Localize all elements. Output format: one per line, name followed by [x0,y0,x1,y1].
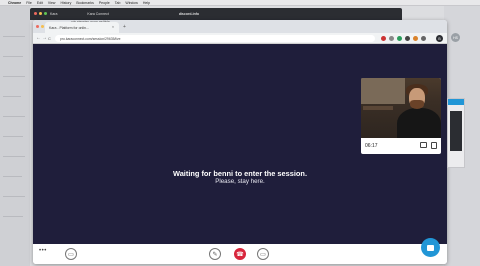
browser-window: cdn.stepstep.zoom-multiple Kara - Platfo… [33,20,447,264]
new-tab-button[interactable]: + [123,24,126,30]
stay-message: Please, stay here. [215,178,265,185]
video-background [361,78,405,104]
browser-minimize-icon[interactable] [41,25,44,28]
mute-mic-button[interactable]: ✎ [209,248,221,260]
video-shelf [363,106,393,110]
tab-close-icon[interactable]: × [112,25,114,29]
back-tab-kara[interactable]: Kara [50,12,57,16]
hang-up-button[interactable]: ☎ [234,248,246,260]
side-panel [447,98,465,168]
menu-tab[interactable]: Tab [115,1,121,5]
call-controls: ••• ▭ ✎ ☎ ▭ [33,244,447,264]
menu-history[interactable]: History [60,1,71,5]
extension-icon-green[interactable] [397,36,402,41]
session-timer: 06:17 [365,143,378,149]
side-panel-header [448,99,464,105]
menu-app-name[interactable]: Chrome [8,1,21,5]
self-view-bar: 06:17 [361,138,441,154]
more-options-icon[interactable]: ••• [39,248,47,254]
person-beard [410,100,424,109]
menu-people[interactable]: People [99,1,110,5]
support-chat-button[interactable] [421,238,440,257]
menu-file[interactable]: File [26,1,32,5]
notes-icon[interactable] [431,142,437,149]
tab-kara-platform[interactable]: Kara - Platform for onlin... [45,22,119,33]
forward-arrow-icon[interactable]: → [42,35,47,41]
session-stage: Waiting for benni to enter the session. … [33,44,447,244]
chat-icon[interactable] [420,142,427,148]
window-controls [34,12,47,15]
minimize-window-icon[interactable] [39,12,42,15]
desktop-left [0,6,30,266]
extension-icon-orange[interactable] [413,36,418,41]
tab-title: Kara - Platform for onlin... [49,25,89,30]
close-window-icon[interactable] [34,12,37,15]
chat-bubble-icon [427,244,434,251]
self-video [361,78,441,138]
browser-close-icon[interactable] [36,25,39,28]
reload-icon[interactable]: C [48,36,51,41]
self-view-card: 06:17 [361,78,441,154]
extension-icon-misc[interactable] [421,36,426,41]
profile-avatar[interactable]: HS [451,33,460,42]
browser-profile-icon[interactable]: B [436,35,443,42]
waiting-message: Waiting for benni to enter the session. [173,169,307,178]
menu-edit[interactable]: Edit [37,1,43,5]
menu-help[interactable]: Help [143,1,150,5]
maximize-window-icon[interactable] [44,12,47,15]
extension-icon-gray[interactable] [389,36,394,41]
menu-view[interactable]: View [48,1,56,5]
macos-menubar: Chrome File Edit View History Bookmarks … [0,0,480,6]
camera-toggle-button[interactable]: ▭ [257,248,269,260]
browser-toolbar: ← → C pro.karaconnect.com/session/29635/… [33,33,447,44]
tab-strip: cdn.stepstep.zoom-multiple Kara - Platfo… [33,20,447,33]
person-body [397,108,441,138]
menu-window[interactable]: Window [125,1,137,5]
address-bar[interactable]: pro.karaconnect.com/session/29635/live [55,35,375,42]
background-window[interactable]: Kara Kara Connect discord-info [30,8,402,20]
back-tab-kara-connect[interactable]: Kara Connect [87,12,108,16]
extension-icon-dark[interactable] [405,36,410,41]
chat-toggle-button[interactable]: ▭ [65,248,77,260]
menu-bookmarks[interactable]: Bookmarks [76,1,94,5]
back-tab-discord[interactable]: discord-info [179,12,199,16]
extension-icon-red[interactable] [381,36,386,41]
side-panel-content [450,111,462,151]
url-text: pro.karaconnect.com/session/29635/live [60,36,121,41]
back-arrow-icon[interactable]: ← [36,35,41,41]
